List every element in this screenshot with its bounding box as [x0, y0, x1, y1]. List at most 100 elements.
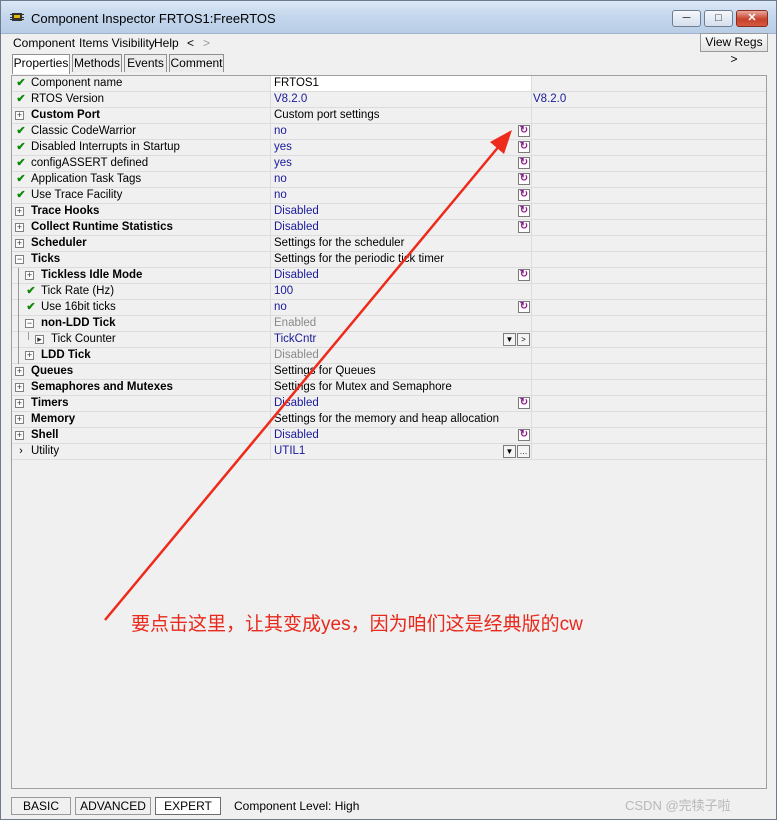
menu-component[interactable]: Component — [13, 36, 75, 50]
property-row[interactable]: + Shell Disabled ↻ — [12, 428, 766, 444]
go-to-icon[interactable]: > — [517, 333, 530, 346]
reset-default-icon[interactable]: ↻ — [518, 397, 530, 409]
view-regs-button[interactable]: View Regs > — [700, 33, 768, 66]
property-value[interactable]: V8.2.0 — [274, 93, 307, 105]
expand-icon[interactable]: + — [15, 383, 24, 392]
component-inspector-window: Component Inspector FRTOS1:FreeRTOS ─ □ … — [0, 0, 777, 820]
property-row[interactable]: ✔ Disabled Interrupts in Startup yes ↻ — [12, 140, 766, 156]
property-row[interactable]: ✔ Tick Rate (Hz) 100 — [12, 284, 766, 300]
expand-icon[interactable]: + — [25, 271, 34, 280]
property-row[interactable]: › Utility UTIL1 ▼… — [12, 444, 766, 460]
property-row[interactable]: ✔ RTOS Version V8.2.0 V8.2.0 — [12, 92, 766, 108]
property-value[interactable]: Disabled — [274, 349, 319, 361]
reset-default-icon[interactable]: ↻ — [518, 429, 530, 441]
property-value[interactable]: yes — [274, 157, 292, 169]
property-row[interactable]: + Collect Runtime Statistics Disabled ↻ — [12, 220, 766, 236]
property-value[interactable]: TickCntr — [274, 333, 316, 345]
property-value[interactable]: Settings for the scheduler — [274, 237, 404, 249]
property-value[interactable]: no — [274, 173, 287, 185]
expand-icon[interactable]: + — [15, 207, 24, 216]
property-row[interactable]: ✔ configASSERT defined yes ↻ — [12, 156, 766, 172]
property-value[interactable]: Disabled — [274, 429, 319, 441]
reset-default-icon[interactable]: ↻ — [518, 157, 530, 169]
expand-icon[interactable]: + — [15, 431, 24, 440]
property-value[interactable]: Disabled — [274, 397, 319, 409]
property-value[interactable]: Disabled — [274, 221, 319, 233]
close-button[interactable]: ✕ — [736, 10, 768, 27]
expand-icon[interactable]: + — [15, 399, 24, 408]
reset-default-icon[interactable]: ↻ — [518, 125, 530, 137]
expand-icon[interactable]: + — [15, 239, 24, 248]
property-row[interactable]: ✔ Application Task Tags no ↻ — [12, 172, 766, 188]
property-value[interactable]: no — [274, 301, 287, 313]
property-name: RTOS Version — [31, 93, 105, 105]
property-value[interactable]: Enabled — [274, 317, 316, 329]
back-arrow-icon[interactable]: < — [187, 36, 194, 50]
minimize-button[interactable]: ─ — [672, 10, 701, 27]
property-row[interactable]: ✔ Classic CodeWarrior no ↻ — [12, 124, 766, 140]
level-basic-button[interactable]: BASIC — [11, 797, 71, 815]
forward-arrow-icon[interactable]: > — [203, 36, 210, 50]
link-arrow-icon[interactable]: ▸ — [35, 335, 44, 344]
property-row[interactable]: − Ticks Settings for the periodic tick tim… — [12, 252, 766, 268]
expand-icon[interactable]: + — [15, 367, 24, 376]
dropdown-arrow-icon[interactable]: ▼ — [503, 333, 516, 346]
property-value[interactable]: Custom port settings — [274, 109, 379, 121]
property-value[interactable]: Disabled — [274, 205, 319, 217]
property-value[interactable]: FRTOS1 — [274, 77, 319, 89]
property-row[interactable]: ✔ Use 16bit ticks no ↻ — [12, 300, 766, 316]
property-row[interactable]: + Trace Hooks Disabled ↻ — [12, 204, 766, 220]
expand-icon[interactable]: + — [25, 351, 34, 360]
property-row[interactable]: + Scheduler Settings for the scheduler — [12, 236, 766, 252]
property-row[interactable]: + Timers Disabled ↻ — [12, 396, 766, 412]
property-value[interactable]: Disabled — [274, 269, 319, 281]
property-row[interactable]: + Queues Settings for Queues — [12, 364, 766, 380]
reset-default-icon[interactable]: ↻ — [518, 173, 530, 185]
property-row[interactable]: + LDD Tick Disabled — [12, 348, 766, 364]
reset-default-icon[interactable]: ↻ — [518, 269, 530, 281]
tab-properties[interactable]: Properties — [12, 54, 70, 74]
browse-icon[interactable]: … — [517, 445, 530, 458]
expand-icon[interactable]: + — [15, 223, 24, 232]
property-value[interactable]: Settings for Queues — [274, 365, 376, 377]
tab-events[interactable]: Events — [124, 54, 167, 72]
property-name: non-LDD Tick — [41, 317, 116, 329]
column-separator — [270, 156, 271, 171]
reset-default-icon[interactable]: ↻ — [518, 205, 530, 217]
tab-comment[interactable]: Comment — [169, 54, 224, 72]
expand-icon[interactable]: + — [15, 415, 24, 424]
reset-default-icon[interactable]: ↻ — [518, 301, 530, 313]
property-row[interactable]: + Tickless Idle Mode Disabled ↻ — [12, 268, 766, 284]
property-value[interactable]: Settings for the memory and heap allocat… — [274, 413, 499, 425]
property-row[interactable]: + Memory Settings for the memory and heap … — [12, 412, 766, 428]
reset-default-icon[interactable]: ↻ — [518, 189, 530, 201]
collapse-icon[interactable]: − — [25, 319, 34, 328]
property-value[interactable]: yes — [274, 141, 292, 153]
property-value[interactable]: no — [274, 189, 287, 201]
property-row[interactable]: ✔ Component name FRTOS1 — [12, 76, 766, 92]
maximize-button[interactable]: □ — [704, 10, 733, 27]
collapse-icon[interactable]: − — [15, 255, 24, 264]
reset-default-icon[interactable]: ↻ — [518, 221, 530, 233]
column-separator — [531, 204, 532, 219]
property-value[interactable]: UTIL1 — [274, 445, 305, 457]
menu-items-visibility[interactable]: Items Visibility — [79, 36, 155, 50]
property-value[interactable]: Settings for the periodic tick timer — [274, 253, 444, 265]
property-name: Collect Runtime Statistics — [31, 221, 173, 233]
property-row[interactable]: ✔ Use Trace Facility no ↻ — [12, 188, 766, 204]
reset-default-icon[interactable]: ↻ — [518, 141, 530, 153]
property-row[interactable]: ▸ Tick Counter TickCntr ▼ > — [12, 332, 766, 348]
menu-help[interactable]: Help — [154, 36, 179, 50]
expand-icon[interactable]: + — [15, 111, 24, 120]
tab-methods[interactable]: Methods — [72, 54, 122, 72]
property-row[interactable]: − non-LDD Tick Enabled — [12, 316, 766, 332]
property-row[interactable]: + Semaphores and Mutexes Settings for Mute… — [12, 380, 766, 396]
property-value[interactable]: Settings for Mutex and Semaphore — [274, 381, 452, 393]
dropdown-arrow-icon[interactable]: ▼ — [503, 445, 516, 458]
property-value[interactable]: no — [274, 125, 287, 137]
property-value[interactable]: 100 — [274, 285, 293, 297]
level-expert-button[interactable]: EXPERT — [155, 797, 221, 815]
level-advanced-button[interactable]: ADVANCED — [75, 797, 151, 815]
property-row[interactable]: + Custom Port Custom port settings — [12, 108, 766, 124]
link-arrow-icon[interactable]: › — [15, 445, 27, 457]
